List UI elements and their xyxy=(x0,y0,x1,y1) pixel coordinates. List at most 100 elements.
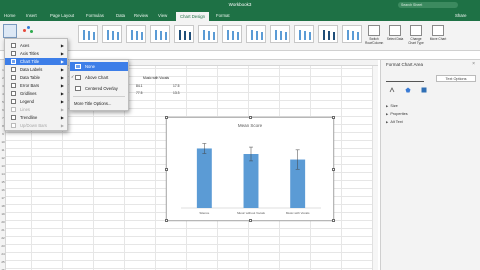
menu-item-title-centered-overlay[interactable]: Centered Overlay xyxy=(70,84,128,93)
thumbnail-bar xyxy=(141,32,143,40)
thumbnail-bar xyxy=(275,30,277,40)
tab-text-options[interactable]: Text Options xyxy=(436,75,476,82)
tab-page-layout[interactable]: Page Layout xyxy=(50,13,74,18)
menu-item-data-labels[interactable]: Data Labels ▶ xyxy=(5,66,67,73)
row-number[interactable]: 15 xyxy=(0,180,6,184)
row-number[interactable]: 10 xyxy=(0,140,6,144)
title-bar: Workbook3 Search Sheet xyxy=(0,0,480,10)
data-labels-icon xyxy=(11,67,16,72)
row-number[interactable]: 25 xyxy=(0,260,6,264)
thumbnail-bar xyxy=(189,32,191,40)
row-number[interactable]: 12 xyxy=(0,156,6,160)
menu-item-chart-title[interactable]: Chart Title ▶ xyxy=(5,58,67,65)
title-above-chart-icon xyxy=(75,75,81,80)
chart-style-4[interactable] xyxy=(150,25,170,43)
cell-value[interactable]: 84.1 xyxy=(136,84,142,88)
vertical-scrollbar[interactable] xyxy=(372,66,378,270)
tab-insert[interactable]: Insert xyxy=(26,13,37,18)
chart-style-5[interactable] xyxy=(174,25,194,43)
row-number[interactable]: 23 xyxy=(0,244,6,248)
add-chart-element-button[interactable] xyxy=(3,24,17,38)
thumbnail-bar xyxy=(203,30,205,40)
row-number[interactable]: 11 xyxy=(0,148,6,152)
effects-icon[interactable] xyxy=(405,87,411,93)
tab-chart-options[interactable] xyxy=(386,75,424,82)
row-number[interactable]: 18 xyxy=(0,204,6,208)
bar-2[interactable] xyxy=(243,154,259,208)
thumbnail-bar xyxy=(136,31,138,40)
tab-data[interactable]: Data xyxy=(116,13,125,18)
section-properties[interactable]: ▶ Properties xyxy=(386,112,408,116)
thumbnail-bar xyxy=(299,30,301,40)
color-dot-icon xyxy=(27,26,30,29)
cell-header-music-with-vocals[interactable]: Music with Vocals xyxy=(143,76,169,80)
size-properties-icon[interactable] xyxy=(421,87,427,93)
thumbnail-bar xyxy=(261,32,263,40)
row-number[interactable]: 9 xyxy=(0,132,6,136)
move-chart-button[interactable]: Move Chart xyxy=(429,25,447,41)
cell-value[interactable]: 13.3 xyxy=(173,91,179,95)
add-chart-element-menu: Axes ▶ Axis Titles ▶ Chart Title ▶ Data … xyxy=(4,38,68,131)
select-data-button[interactable]: Select Data xyxy=(386,25,404,41)
menu-item-gridlines[interactable]: Gridlines ▶ xyxy=(5,90,67,97)
row-number[interactable]: 14 xyxy=(0,172,6,176)
chart-style-12[interactable] xyxy=(342,25,362,43)
color-dot-icon xyxy=(30,30,33,33)
row-number[interactable]: 20 xyxy=(0,220,6,224)
chart-style-6[interactable] xyxy=(198,25,218,43)
menu-item-data-table[interactable]: Data Table ▶ xyxy=(5,74,67,81)
chart-style-9[interactable] xyxy=(270,25,290,43)
chart-style-7[interactable] xyxy=(222,25,242,43)
section-alt-text[interactable]: ▶ Alt Text xyxy=(386,120,403,124)
chevron-right-icon: ▶ xyxy=(60,91,64,96)
row-number[interactable]: 16 xyxy=(0,188,6,192)
cell-value[interactable]: 77.5 xyxy=(136,91,142,95)
row-number[interactable]: 21 xyxy=(0,228,6,232)
menu-item-axis-titles[interactable]: Axis Titles ▶ xyxy=(5,50,67,57)
chart-style-11[interactable] xyxy=(318,25,338,43)
thumbnail-bar xyxy=(232,31,234,40)
row-number[interactable]: 13 xyxy=(0,164,6,168)
thumbnail-bar xyxy=(285,32,287,40)
tab-home[interactable]: Home xyxy=(4,13,15,18)
menu-item-legend[interactable]: Legend ▶ xyxy=(5,98,67,105)
row-number[interactable]: 19 xyxy=(0,212,6,216)
chart-style-8[interactable] xyxy=(246,25,266,43)
menu-item-trendline[interactable]: Trendline ▶ xyxy=(5,114,67,121)
chart-object[interactable]: Mean Score Silence Music without Vocals Mu… xyxy=(165,116,335,222)
row-number[interactable]: 17 xyxy=(0,196,6,200)
checkmark-icon: ✓ xyxy=(71,74,75,79)
chart-style-1[interactable] xyxy=(78,25,98,43)
close-icon[interactable]: × xyxy=(472,61,475,67)
category-label-2: Music without Vocals xyxy=(237,211,265,215)
menu-item-error-bars[interactable]: Error Bars ▶ xyxy=(5,82,67,89)
menu-item-title-none[interactable]: None xyxy=(70,62,128,71)
chevron-right-icon: ▶ xyxy=(60,83,64,88)
tab-formulas[interactable]: Formulas xyxy=(86,13,104,18)
chart-style-10[interactable] xyxy=(294,25,314,43)
switch-row-column-button[interactable]: Switch Row/Column xyxy=(365,25,383,45)
tab-chart-design[interactable]: Chart Design xyxy=(176,12,210,21)
menu-item-more-title-options[interactable]: More Title Options... xyxy=(70,100,128,108)
cell-value[interactable]: 17.5 xyxy=(173,84,179,88)
chart-style-2[interactable] xyxy=(102,25,122,43)
thumbnail-bar xyxy=(208,31,210,40)
title-none-icon xyxy=(75,64,81,69)
tab-view[interactable]: View xyxy=(158,13,167,18)
chart-style-3[interactable] xyxy=(126,25,146,43)
search-sheet-input[interactable]: Search Sheet xyxy=(398,2,458,8)
chevron-right-icon: ▶ xyxy=(60,75,64,80)
share-button[interactable]: Share xyxy=(455,13,466,18)
tab-review[interactable]: Review xyxy=(134,13,148,18)
bar-1[interactable] xyxy=(196,148,212,208)
change-chart-type-button[interactable]: Change Chart Type xyxy=(407,25,425,45)
section-size[interactable]: ▶ Size xyxy=(386,104,398,108)
quick-layout-icon[interactable] xyxy=(21,24,35,38)
menu-item-title-above-chart[interactable]: ✓ Above Chart xyxy=(70,73,128,82)
category-label-3: Music with Vocals xyxy=(286,211,310,215)
row-number[interactable]: 24 xyxy=(0,252,6,256)
row-number[interactable]: 22 xyxy=(0,236,6,240)
fill-line-icon[interactable] xyxy=(389,87,395,93)
menu-item-axes[interactable]: Axes ▶ xyxy=(5,42,67,49)
tab-format[interactable]: Format xyxy=(216,13,230,18)
